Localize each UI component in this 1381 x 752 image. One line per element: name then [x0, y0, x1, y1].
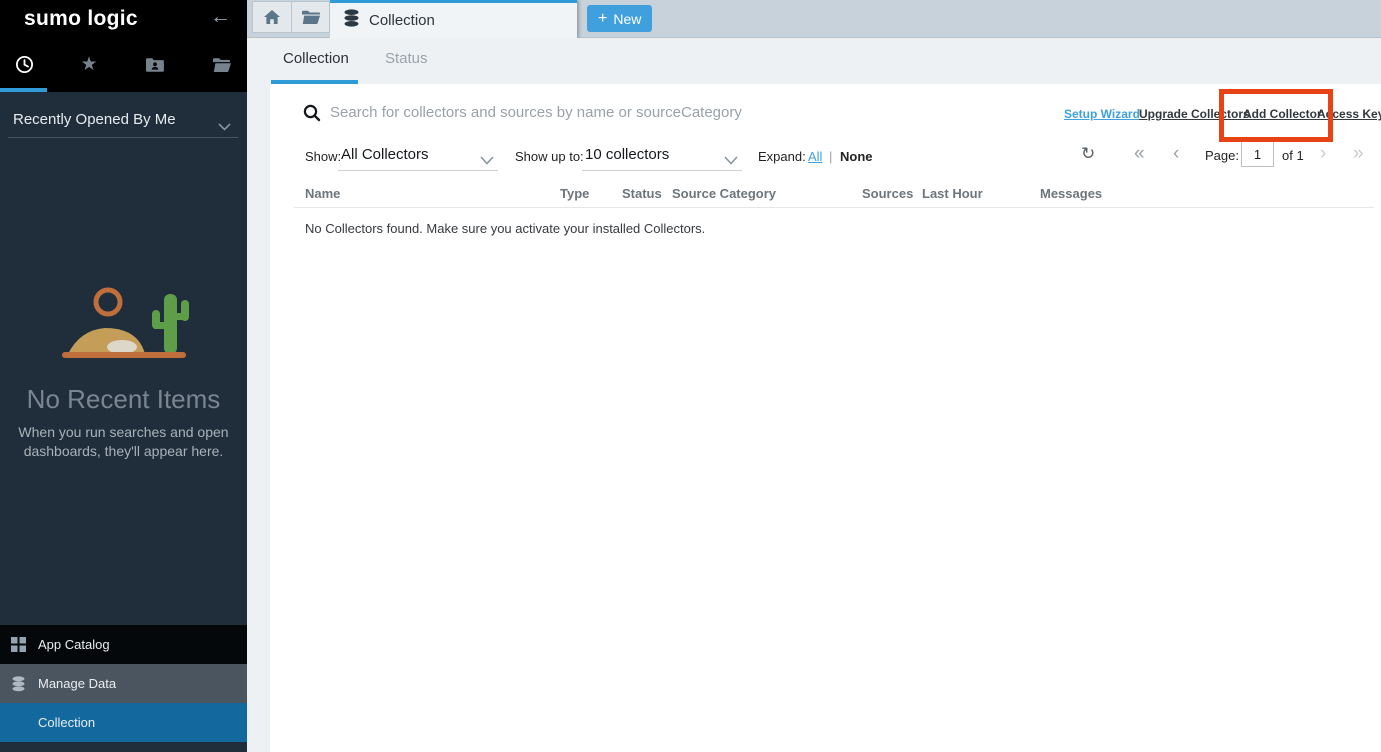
subtab-status[interactable]: Status — [385, 50, 428, 67]
show-collectors-dropdown[interactable]: All Collectors — [341, 146, 429, 163]
folder-icon — [302, 10, 320, 24]
chevron-down-icon[interactable] — [480, 152, 494, 170]
recently-opened-label: Recently Opened By Me — [13, 111, 176, 128]
personal-folder-icon[interactable] — [143, 52, 167, 76]
tab-label: Collection — [369, 12, 435, 29]
database-icon — [11, 676, 27, 692]
sun-icon — [96, 290, 120, 314]
sidebar-icon-tabs: ★ — [0, 38, 247, 92]
last-page-icon[interactable]: » — [1353, 143, 1364, 165]
column-header-sources[interactable]: Sources — [862, 186, 913, 201]
subtab-collection[interactable]: Collection — [283, 50, 349, 67]
limit-dropdown[interactable]: 10 collectors — [585, 146, 669, 163]
sidebar-item-label: Manage Data — [38, 676, 116, 691]
column-header-type[interactable]: Type — [560, 186, 589, 201]
setup-wizard-link[interactable]: Setup Wizard — [1064, 107, 1140, 121]
ground-line — [62, 352, 186, 358]
tab-collection[interactable]: Collection — [330, 0, 577, 38]
next-page-icon[interactable]: › — [1320, 143, 1326, 165]
active-icon-tab-indicator — [0, 88, 47, 92]
chevron-down-icon[interactable] — [724, 152, 738, 170]
dropdown-underline — [8, 137, 238, 138]
sumo-logic-app: sumo logic ← ★ Recently Opened By Me — [0, 0, 1381, 752]
new-button[interactable]: + New — [587, 5, 652, 32]
no-recent-items-description: When you run searches and open dashboard… — [0, 423, 247, 461]
recents-clock-icon[interactable] — [12, 52, 36, 76]
tab-nav-buttons — [252, 1, 330, 33]
home-icon — [264, 10, 280, 24]
grid-icon — [11, 637, 27, 653]
database-icon — [343, 9, 360, 32]
column-header-status[interactable]: Status — [622, 186, 662, 201]
sidebar-item-label: App Catalog — [38, 637, 110, 652]
sidebar-item-manage-data[interactable]: Manage Data — [0, 664, 247, 703]
previous-page-icon[interactable]: ‹ — [1173, 143, 1179, 165]
desert-empty-illustration — [58, 286, 190, 367]
page-label: Page: — [1205, 148, 1239, 163]
expand-separator: | — [829, 149, 832, 164]
search-icon — [303, 104, 321, 127]
page-count-label: of 1 — [1282, 148, 1304, 163]
empty-state-message: No Collectors found. Make sure you activ… — [305, 221, 705, 236]
expand-none-link[interactable]: None — [840, 149, 873, 164]
dropdown-underline — [338, 170, 498, 171]
sidebar-item-app-catalog[interactable]: App Catalog — [0, 625, 247, 664]
first-page-icon[interactable]: « — [1134, 143, 1145, 165]
library-folder-icon[interactable] — [210, 52, 234, 76]
column-header-last-hour[interactable]: Last Hour — [922, 186, 983, 201]
search-input[interactable] — [330, 98, 980, 126]
collection-panel: Setup Wizard Upgrade Collectors Add Coll… — [270, 84, 1381, 752]
home-button[interactable] — [253, 2, 291, 32]
favorites-star-icon[interactable]: ★ — [77, 52, 101, 76]
sidebar: sumo logic ← ★ Recently Opened By Me — [0, 0, 247, 752]
refresh-icon[interactable]: ↻ — [1081, 144, 1095, 164]
sidebar-header: sumo logic ← — [0, 0, 247, 38]
recently-opened-dropdown[interactable]: Recently Opened By Me — [0, 104, 247, 138]
column-header-source-category[interactable]: Source Category — [672, 186, 776, 201]
new-button-label: New — [613, 11, 641, 27]
plus-icon: + — [598, 11, 607, 27]
app-logo: sumo logic — [24, 7, 138, 31]
add-collector-link[interactable]: Add Collector — [1243, 107, 1322, 121]
show-label: Show: — [305, 149, 341, 164]
column-header-name[interactable]: Name — [305, 186, 340, 201]
content-gutter — [247, 84, 270, 752]
dropdown-underline — [582, 170, 742, 171]
show-up-to-label: Show up to: — [515, 149, 584, 164]
expand-label: Expand: — [758, 149, 806, 164]
sidebar-item-label: Collection — [38, 715, 95, 730]
table-header-divider — [294, 207, 1374, 208]
sidebar-item-collection[interactable]: Collection — [0, 703, 247, 742]
page-number-input[interactable] — [1241, 141, 1274, 167]
upgrade-collectors-link[interactable]: Upgrade Collectors — [1139, 107, 1250, 121]
no-recent-items-title: No Recent Items — [0, 384, 247, 415]
access-keys-link[interactable]: Access Keys — [1317, 107, 1381, 121]
collapse-sidebar-icon[interactable]: ← — [210, 5, 231, 29]
expand-all-link[interactable]: All — [808, 149, 822, 164]
column-header-messages[interactable]: Messages — [1040, 186, 1102, 201]
subtab-bar: Collection Status — [247, 38, 1381, 84]
chevron-down-icon — [218, 118, 231, 136]
library-button[interactable] — [291, 2, 329, 32]
